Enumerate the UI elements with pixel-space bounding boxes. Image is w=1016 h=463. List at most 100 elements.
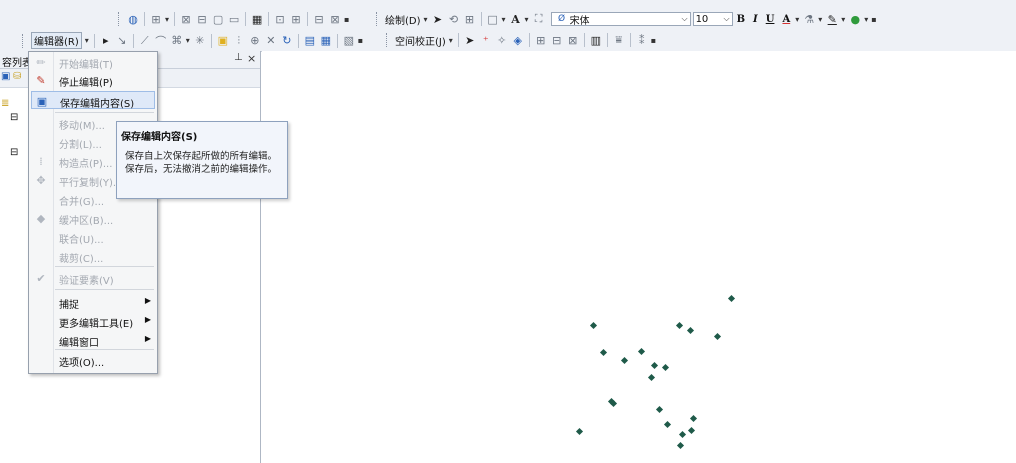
view-link-table-icon[interactable]: ▥ (589, 32, 603, 48)
marker-color-icon[interactable]: ● (848, 11, 862, 27)
map-point-feature[interactable] (727, 294, 736, 303)
fill-color-icon[interactable]: ⚗ (802, 11, 816, 27)
menu-item[interactable]: 裁剪(C)... (31, 247, 155, 265)
select-elements-icon[interactable]: ➤ (431, 11, 445, 27)
list-by-drawing-order-icon[interactable]: ▣ (1, 71, 10, 82)
collapse-icon[interactable]: ⊟ (10, 147, 18, 158)
edit-vertices-icon[interactable]: ⛶ (532, 11, 546, 27)
underline-button[interactable]: U (766, 14, 775, 25)
trace-icon[interactable]: ⌘ (170, 33, 184, 49)
map-point-feature[interactable] (661, 363, 670, 372)
editor-menu-button[interactable]: 编辑器(R) (31, 32, 82, 49)
collapse-icon[interactable]: ⊟ (10, 112, 18, 123)
map-point-feature[interactable] (686, 326, 695, 335)
menu-item[interactable]: ✔ 验证要素(V) (31, 269, 155, 288)
map-point-feature[interactable] (609, 399, 618, 408)
rotate-tool-icon[interactable]: ↻ (280, 33, 294, 49)
zoom-whole-page-draw-icon[interactable]: ⊞ (463, 11, 477, 27)
map-point-feature[interactable] (655, 405, 664, 414)
toolbar-grip[interactable] (386, 33, 390, 47)
select-elements-icon[interactable]: ➤ (463, 32, 477, 48)
zoom-whole-page-icon[interactable]: ▭ (227, 11, 241, 27)
toggle-draft-icon[interactable]: ▦ (250, 11, 264, 27)
menu-item[interactable]: ✏ 开始编辑(T) (31, 53, 155, 72)
new-limited-adjustment-area-icon[interactable]: ⊟ (550, 32, 564, 48)
point-icon[interactable]: ✳ (193, 33, 207, 49)
toolbar-row-2: 编辑器(R) ▾ ▸ ↘ ⟋ ⌒ ⌘ ▾ ✳ ▣ ⫶ ⊕ ✕ ↻ ▤ ▦ ▧ ▪ 空间… (0, 29, 1016, 52)
attribute-transfer-icon[interactable]: ⁑ (635, 32, 649, 48)
menu-item[interactable]: ✎ 停止编辑(P) (31, 71, 155, 90)
split-tool-icon[interactable]: ✕ (264, 33, 278, 49)
menu-item[interactable]: 更多编辑工具(E) ▶ (31, 312, 155, 330)
font-color-button[interactable]: A (782, 14, 790, 25)
map-point-feature[interactable] (678, 430, 687, 439)
menu-item[interactable]: 捕捉 ▶ (31, 293, 155, 311)
map-point-feature[interactable] (713, 332, 722, 341)
line-color-icon[interactable]: ✎ (825, 11, 839, 27)
full-extent-icon[interactable]: ◍ (126, 11, 140, 27)
map-point-feature[interactable] (689, 414, 698, 423)
menu-item[interactable]: ▣ 保存编辑内容(S) (31, 91, 155, 110)
map-point-feature[interactable] (687, 426, 696, 435)
italic-button[interactable]: I (753, 14, 758, 25)
multi-displacement-links-icon[interactable]: ◈ (511, 32, 525, 48)
edit-tool-icon[interactable]: ▸ (99, 33, 113, 49)
focus-frame-icon[interactable]: ⊡ (273, 11, 287, 27)
pin-icon[interactable]: ⊥ (234, 52, 243, 63)
edit-annotation-icon[interactable]: ↘ (115, 33, 129, 49)
menu-item[interactable]: 联合(U)... (31, 228, 155, 246)
new-identity-link-icon[interactable]: ⊞ (534, 32, 548, 48)
list-by-source-icon[interactable]: ⛁ (13, 71, 21, 82)
map-point-feature[interactable] (663, 420, 672, 429)
map-view[interactable] (262, 51, 1016, 463)
modify-link-icon[interactable]: ✧ (495, 32, 509, 48)
rectangle-icon[interactable]: □ (486, 11, 500, 27)
map-point-feature[interactable] (575, 427, 584, 436)
reshape-feature-icon[interactable]: ⫶ (232, 33, 246, 49)
layout-view-icon[interactable]: ⊠ (328, 11, 342, 27)
layout-toolbar: ◍ ⊞ ▾ ⊠ ⊟ ▢ ▭ ▦ ⊡ ⊞ ⊟ ⊠ ▪ (118, 11, 351, 27)
zoom-page-icon[interactable]: ⊞ (149, 11, 163, 27)
rotate-icon[interactable]: ⟲ (447, 11, 461, 27)
spatial-adjustment-menu[interactable]: 空间校正(J) (395, 33, 446, 48)
change-layout-icon[interactable]: ⊞ (289, 11, 303, 27)
menu-item[interactable]: 编辑窗口 ▶ (31, 331, 155, 349)
map-point-feature[interactable] (675, 321, 684, 330)
close-icon[interactable]: × (247, 52, 256, 65)
create-features-icon[interactable]: ▧ (342, 33, 356, 49)
map-point-feature[interactable] (620, 356, 629, 365)
menu-item-label: 构造点(P)... (59, 159, 113, 170)
map-point-feature[interactable] (599, 348, 608, 357)
map-point-feature[interactable] (589, 321, 598, 330)
construct-points-icon: ⁞ (39, 154, 43, 168)
menu-item[interactable]: 选项(O)... (31, 351, 155, 369)
text-tool-icon[interactable]: A (509, 11, 523, 27)
draw-menu[interactable]: 绘制(D) (385, 12, 421, 27)
font-size-select[interactable]: 10 ⌵ (692, 12, 733, 26)
menu-item[interactable]: ◆ 缓冲区(B)... (31, 209, 155, 228)
map-point-feature[interactable] (637, 347, 646, 356)
map-point-feature[interactable] (647, 373, 656, 382)
data-driven-pages-icon[interactable]: ⊟ (312, 11, 326, 27)
map-point-feature[interactable] (650, 361, 659, 370)
toolbar-grip[interactable] (118, 12, 122, 26)
sketch-properties-icon[interactable]: ▦ (319, 33, 333, 49)
map-point-feature[interactable] (676, 441, 685, 450)
new-displacement-link-icon[interactable]: ⁺ (479, 32, 493, 48)
cut-polygons-icon[interactable]: ⊕ (248, 33, 262, 49)
attributes-icon[interactable]: ▤ (303, 33, 317, 49)
fixed-zoom-in-icon[interactable]: ⊠ (179, 11, 193, 27)
clear-adjustment-area-icon[interactable]: ⊠ (566, 32, 580, 48)
bold-button[interactable]: B (737, 14, 745, 25)
straight-segment-icon[interactable]: ⟋ (138, 33, 152, 49)
toolbar-grip[interactable] (376, 12, 380, 26)
menu-item-label: 开始编辑(T) (59, 60, 113, 71)
end-point-arc-icon[interactable]: ⌒ (154, 33, 168, 49)
toolbar-grip[interactable] (22, 33, 26, 48)
menu-item-label: 移动(M)... (59, 121, 105, 132)
edit-vertices-icon[interactable]: ▣ (216, 33, 230, 49)
edge-match-icon[interactable]: ⩸ (612, 32, 626, 48)
fixed-zoom-out-icon[interactable]: ⊟ (195, 11, 209, 27)
font-select[interactable]: Ø 宋体 ⌵ (550, 12, 691, 27)
zoom-100-icon[interactable]: ▢ (211, 11, 225, 27)
